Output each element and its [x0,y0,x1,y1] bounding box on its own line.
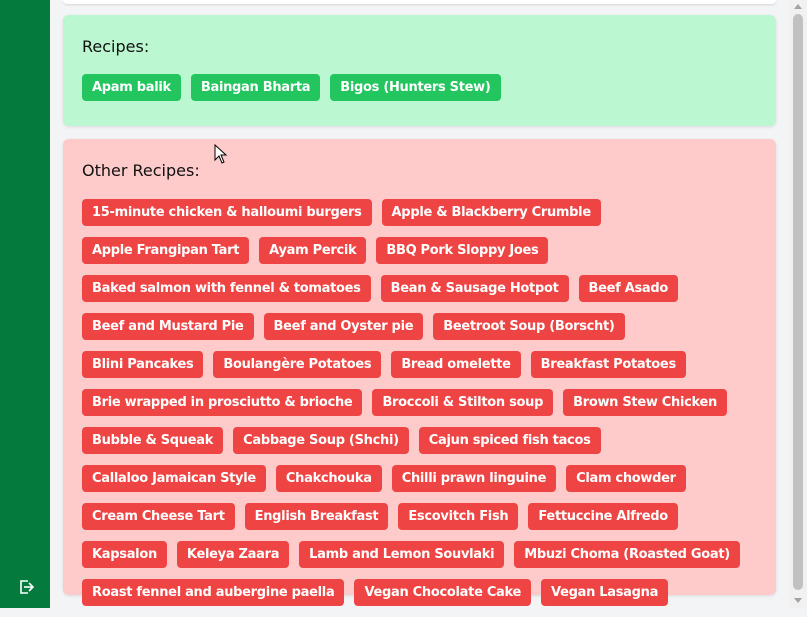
other-recipe-tag[interactable]: Brie wrapped in prosciutto & brioche [82,389,363,416]
other-recipe-tag[interactable]: Cajun spiced fish tacos [418,427,601,454]
other-recipes-tag-list: 15-minute chicken & halloumi burgers Appl… [82,199,762,617]
other-recipe-tag[interactable]: Vegan Lasagna [541,579,669,606]
other-recipe-tag[interactable]: Beef and Mustard Pie [82,313,254,340]
other-recipe-tag[interactable]: Mbuzi Choma (Roasted Goat) [514,541,740,568]
other-recipe-tag[interactable]: Chilli prawn linguine [391,465,557,492]
other-recipe-tag[interactable]: Apple & Blackberry Crumble [381,199,601,226]
other-recipe-tag[interactable]: Beetroot Soup (Borscht) [433,313,625,340]
other-recipe-tag[interactable]: Keleya Zaara [176,541,290,568]
recipe-tag[interactable]: Baingan Bharta [190,74,321,101]
other-recipe-tag[interactable]: Ayam Percik [259,237,367,264]
other-recipe-tag[interactable]: Callaloo Jamaican Style [82,465,266,492]
other-recipe-tag[interactable]: BBQ Pork Sloppy Joes [376,237,549,264]
other-recipe-tag[interactable]: Bread omelette [391,351,521,378]
other-recipe-tag[interactable]: Beef Asado [578,275,679,302]
sidebar [0,0,50,608]
other-recipe-tag[interactable]: Cabbage Soup (Shchi) [233,427,409,454]
recipes-tag-list: Apam balik Baingan Bharta Bigos (Hunters S… [82,74,762,112]
other-recipes-panel-title: Other Recipes: [82,161,200,180]
other-recipes-panel: Other Recipes: 15-minute chicken & hallo… [63,139,776,606]
other-recipe-tag[interactable]: Apple Frangipan Tart [82,237,250,264]
other-recipe-tag[interactable]: English Breakfast [244,503,389,530]
scroll-thumb[interactable] [793,14,803,590]
other-recipe-tag[interactable]: Fettuccine Alfredo [528,503,678,530]
recipes-panel: Recipes: Apam balik Baingan Bharta Bigos (… [63,15,776,126]
other-recipe-tag[interactable]: Blini Pancakes [82,351,204,378]
other-recipe-tag[interactable]: Broccoli & Stilton soup [372,389,554,416]
other-recipe-tag[interactable]: Beef and Oyster pie [263,313,424,340]
other-recipe-tag[interactable]: Bubble & Squeak [82,427,224,454]
other-recipe-tag[interactable]: Escovitch Fish [398,503,519,530]
vertical-scrollbar[interactable] [790,0,807,608]
scroll-up-arrow-icon[interactable] [794,4,802,9]
scroll-down-arrow-icon[interactable] [794,598,802,603]
other-recipe-tag[interactable]: 15-minute chicken & halloumi burgers [82,199,372,226]
main-content: Recipes: Apam balik Baingan Bharta Bigos (… [50,0,790,608]
other-recipe-tag[interactable]: Brown Stew Chicken [563,389,727,416]
other-recipe-tag[interactable]: Breakfast Potatoes [530,351,686,378]
other-recipe-tag[interactable]: Chakchouka [275,465,382,492]
mouse-cursor-icon [214,144,228,164]
logout-icon[interactable] [17,578,35,596]
other-recipe-tag[interactable]: Clam chowder [566,465,686,492]
other-recipe-tag[interactable]: Roast fennel and aubergine paella [82,579,345,606]
other-recipe-tag[interactable]: Cream Cheese Tart [82,503,235,530]
other-recipe-tag[interactable]: Lamb and Lemon Souvlaki [299,541,505,568]
other-recipe-tag[interactable]: Vegan Chocolate Cake [354,579,532,606]
recipe-tag[interactable]: Bigos (Hunters Stew) [330,74,501,101]
other-recipe-tag[interactable]: Boulangère Potatoes [213,351,382,378]
recipes-panel-title: Recipes: [82,37,150,56]
previous-card-edge [63,0,776,4]
other-recipe-tag[interactable]: Baked salmon with fennel & tomatoes [82,275,371,302]
other-recipe-tag[interactable]: Kapsalon [82,541,167,568]
recipe-tag[interactable]: Apam balik [82,74,181,101]
other-recipe-tag[interactable]: Bean & Sausage Hotpot [380,275,569,302]
